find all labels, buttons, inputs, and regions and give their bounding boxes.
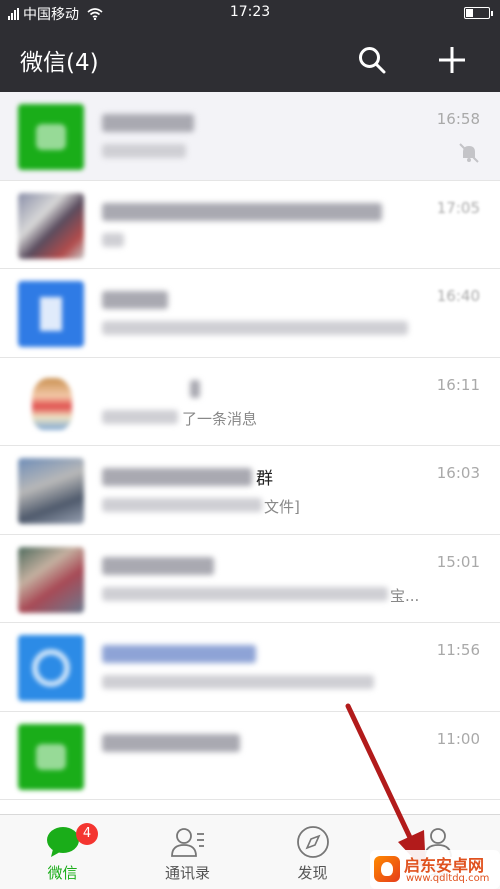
tab-label: 发现 [297, 864, 328, 882]
chat-preview-blurred [102, 675, 374, 689]
chat-row[interactable]: 群 文件] 16:03 [0, 446, 500, 535]
chat-preview: 文件] [264, 498, 300, 516]
chat-name-blurred [102, 291, 168, 309]
chat-row[interactable]: 了一条消息 16:11 [0, 357, 500, 446]
tab-label: 微信 [47, 864, 78, 882]
unread-badge: 4 [76, 823, 98, 845]
chat-name-blurred [102, 468, 252, 486]
battery-icon [464, 7, 493, 19]
chat-preview-blurred [102, 498, 262, 512]
avatar [18, 281, 84, 347]
contacts-icon [171, 828, 204, 857]
chat-list[interactable]: 16:58 17:05 16:40 了一条消息 16:11 群 文件] 16:0… [0, 92, 500, 814]
chat-name-blurred [190, 379, 200, 398]
chat-time: 16:40 [436, 287, 480, 305]
avatar [18, 104, 84, 170]
chat-time: 11:56 [436, 641, 480, 659]
chat-name-blurred [102, 114, 194, 132]
chat-row[interactable]: 16:58 [0, 92, 500, 181]
chat-preview-blurred [102, 409, 178, 424]
tab-chats[interactable]: 4 微信 [0, 815, 125, 889]
site-watermark: 启东安卓网 www.qdltdq.com [370, 850, 500, 889]
chat-time: 16:11 [436, 375, 480, 394]
avatar [18, 723, 84, 790]
chat-name-blurred [102, 733, 240, 752]
status-bar: 中国移动 17:23 [0, 0, 500, 26]
tab-discover[interactable]: 发现 [250, 815, 375, 889]
search-icon[interactable] [356, 44, 388, 76]
chat-time: 15:01 [436, 552, 480, 571]
avatar [18, 192, 84, 259]
avatar [18, 635, 84, 701]
compass-icon [297, 826, 329, 858]
avatar [18, 369, 84, 436]
chat-preview: 宝... [390, 586, 420, 605]
tab-contacts[interactable]: 通讯录 [125, 815, 250, 889]
chat-time: 11:00 [436, 729, 480, 748]
chat-name-blurred [102, 202, 382, 221]
chat-row[interactable]: 16:40 [0, 269, 500, 358]
chat-name: 群 [256, 469, 273, 489]
chat-preview-blurred [102, 144, 186, 158]
chat-row[interactable]: 11:00 [0, 711, 500, 800]
chat-time: 16:58 [436, 110, 480, 128]
battery-level [466, 9, 474, 17]
chat-preview: 了一条消息 [182, 409, 258, 428]
status-time: 17:23 [229, 4, 271, 20]
watermark-url: www.qdltdq.com [406, 873, 490, 884]
chat-time: 16:03 [436, 464, 480, 482]
chat-name-blurred [102, 556, 214, 575]
tab-label: 通讯录 [164, 864, 210, 882]
plus-icon[interactable] [436, 44, 468, 76]
chat-preview-blurred [102, 586, 388, 601]
chat-preview-blurred [102, 232, 124, 247]
watermark-logo-icon [374, 856, 400, 882]
page-title: 微信(4) [20, 50, 99, 76]
app-header: 微信(4) [0, 26, 500, 92]
chat-time: 17:05 [436, 198, 480, 217]
chat-row[interactable]: 11:56 [0, 623, 500, 712]
avatar [18, 458, 84, 524]
avatar [18, 546, 84, 613]
chat-preview-blurred [102, 321, 408, 335]
chat-row[interactable]: 宝... 15:01 [0, 534, 500, 623]
chat-name-blurred [102, 645, 256, 663]
chat-row[interactable]: 17:05 [0, 180, 500, 269]
muted-bell-icon [459, 143, 479, 163]
